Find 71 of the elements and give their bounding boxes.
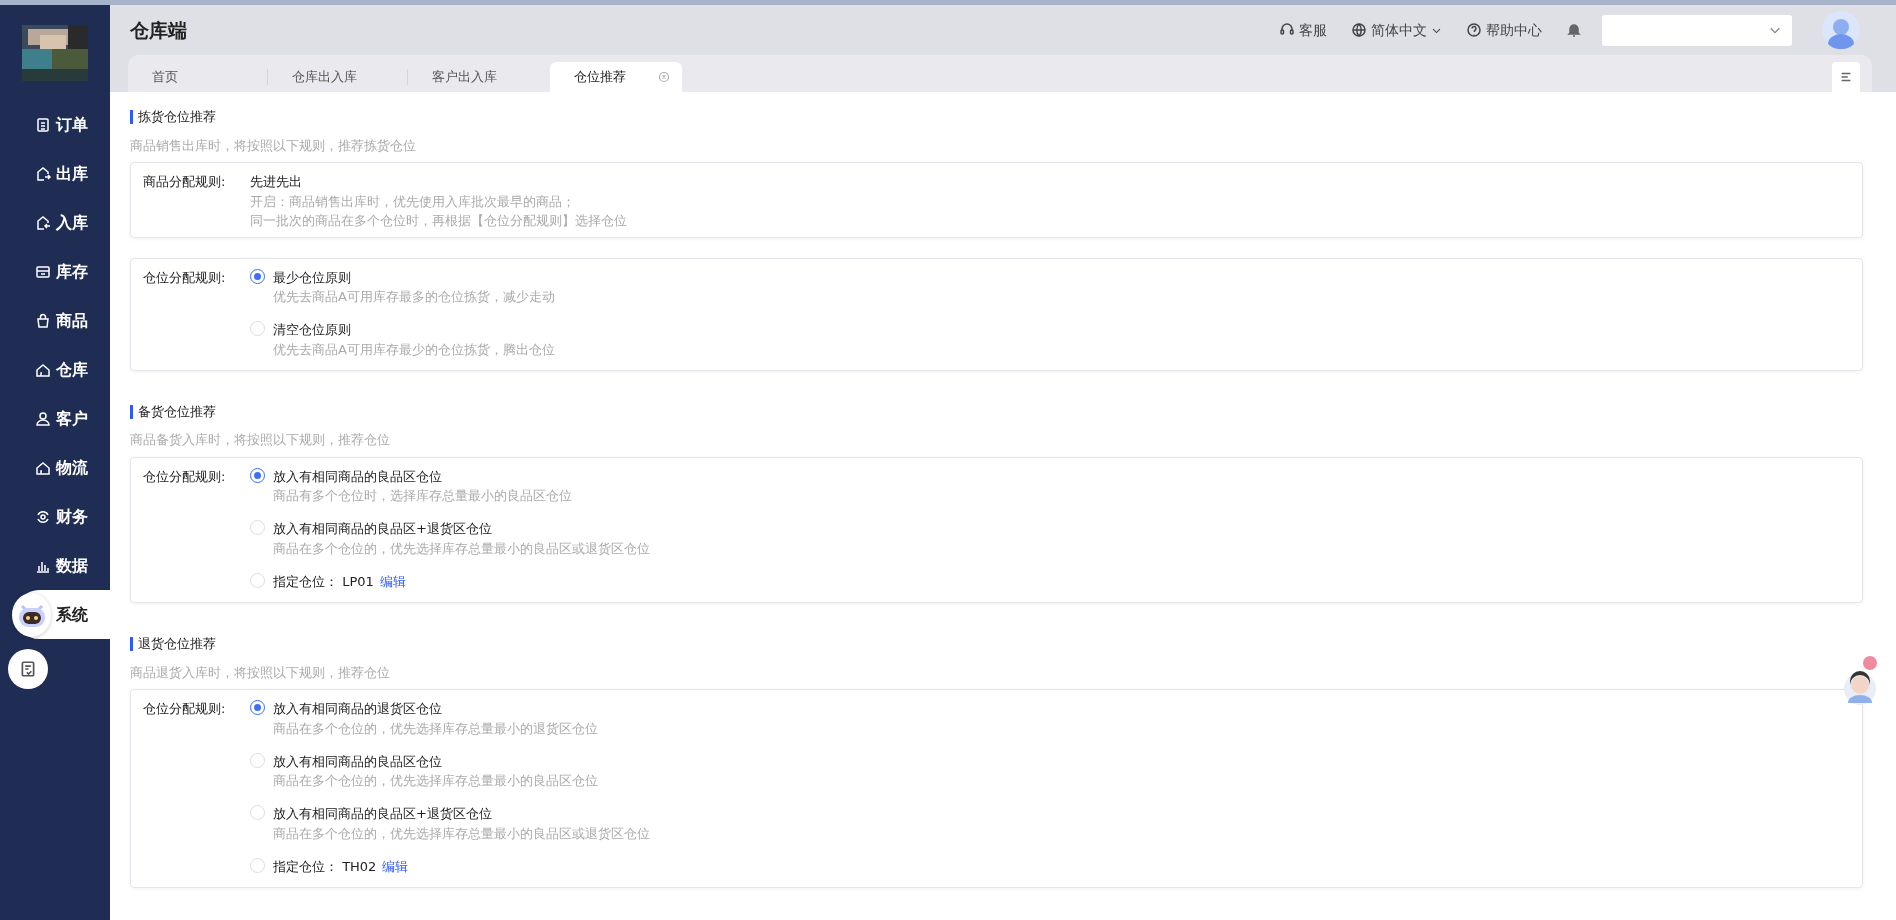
header-link[interactable]: 帮助中心 xyxy=(1466,19,1542,41)
document-icon xyxy=(35,116,51,133)
rule-value: 先进先出 xyxy=(250,173,303,191)
drawer-icon xyxy=(35,263,51,280)
header-link[interactable]: 客服 xyxy=(1279,19,1327,41)
option-description: 商品在多个仓位的，优先选择库存总量最小的良品区或退货区仓位 xyxy=(273,824,650,843)
close-icon[interactable] xyxy=(658,71,670,83)
radio-button[interactable] xyxy=(250,268,265,284)
option-description: 优先去商品A可用库存最少的仓位拣货，腾出仓位 xyxy=(273,340,555,359)
rule-label: 商品分配规则: xyxy=(143,174,226,189)
sidebar-item[interactable]: 数据 xyxy=(0,541,110,590)
header-link[interactable]: 简体中文 xyxy=(1351,19,1442,41)
option-title: 放入有相同商品的良品区仓位 xyxy=(273,468,442,484)
checklist-icon[interactable] xyxy=(19,660,37,678)
sidebar-item[interactable]: 物流 xyxy=(0,443,110,492)
option-description: 商品在多个仓位的，优先选择库存总量最小的良品区仓位 xyxy=(273,772,598,790)
section-title: 退货仓位推荐 xyxy=(130,637,216,651)
cycle-icon xyxy=(35,508,51,525)
tab[interactable]: 仓位推荐 xyxy=(550,62,682,92)
option-title: 清空仓位原则 xyxy=(273,322,351,337)
section-description: 商品销售出库时，将按照以下规则，推荐拣货仓位 xyxy=(130,136,417,155)
radio-button[interactable] xyxy=(250,700,265,715)
person-icon xyxy=(35,410,51,427)
option-title: 放入有相同商品的退货区仓位 xyxy=(273,701,442,716)
section-description: 商品退货入库时，将按照以下规则，推荐仓位 xyxy=(130,663,391,682)
option-description: 商品有多个仓位时，选择库存总量最小的良品区仓位 xyxy=(273,487,572,505)
radio-button[interactable] xyxy=(250,467,265,483)
option-title: 放入有相同商品的良品区+退货区仓位 xyxy=(273,521,492,536)
rule-label: 仓位分配规则: xyxy=(143,701,226,716)
avatar[interactable] xyxy=(1822,11,1860,49)
option-title: 指定仓位： LP01 xyxy=(273,573,374,589)
sidebar-item[interactable]: 财务 xyxy=(0,492,110,541)
house-arrow-icon xyxy=(35,214,51,231)
edit-link[interactable]: 编辑 xyxy=(379,573,406,589)
headset-icon xyxy=(1279,22,1295,38)
option-description: 优先去商品A可用库存最多的仓位拣货，减少走动 xyxy=(273,288,555,306)
option-title: 放入有相同商品的良品区+退货区仓位 xyxy=(273,806,492,821)
sidebar-item[interactable]: 系统 xyxy=(15,590,110,639)
app-title: 仓库端 xyxy=(130,18,187,42)
bag-icon xyxy=(35,312,51,329)
bell-icon[interactable] xyxy=(1566,22,1582,38)
option-title: 指定仓位： TH02 xyxy=(273,858,377,874)
globe-icon xyxy=(1351,22,1367,38)
tab[interactable]: 仓库出入库 xyxy=(268,62,408,92)
section-title: 拣货仓位推荐 xyxy=(130,110,216,124)
sidebar-item[interactable]: 入库 xyxy=(0,198,110,247)
option-title: 最少仓位原则 xyxy=(273,269,351,285)
option-description: 商品在多个仓位的，优先选择库存总量最小的良品区或退货区仓位 xyxy=(273,539,650,558)
sidebar-item[interactable]: 库存 xyxy=(0,247,110,296)
sidebar-item[interactable]: 订单 xyxy=(0,100,110,149)
rule-note: 开启：商品销售出库时，优先使用入库批次最早的商品； xyxy=(250,192,576,211)
user-select[interactable] xyxy=(1602,14,1792,46)
section-title: 备货仓位推荐 xyxy=(130,404,216,419)
sidebar-item[interactable]: 仓库 xyxy=(0,345,110,394)
tab[interactable]: 客户出入库 xyxy=(408,62,548,92)
option-description: 商品在多个仓位的，优先选择库存总量最小的退货区仓位 xyxy=(273,719,598,738)
menu-icon xyxy=(1839,70,1853,84)
help-icon xyxy=(1466,22,1482,38)
rule-label: 仓位分配规则: xyxy=(143,269,226,285)
house-icon xyxy=(35,361,51,378)
menu-button[interactable] xyxy=(1832,62,1860,92)
house-icon xyxy=(35,459,51,476)
sidebar-item[interactable]: 商品 xyxy=(0,296,110,345)
house-arrow-icon xyxy=(35,165,51,182)
rule-label: 仓位分配规则: xyxy=(143,468,226,484)
edit-link[interactable]: 编辑 xyxy=(382,858,409,874)
option-title: 放入有相同商品的良品区仓位 xyxy=(273,753,442,769)
section-description: 商品备货入库时，将按照以下规则，推荐仓位 xyxy=(130,431,391,449)
sidebar-item[interactable]: 客户 xyxy=(0,394,110,443)
tab[interactable]: 首页 xyxy=(128,62,268,92)
sidebar-item[interactable]: 出库 xyxy=(0,149,110,198)
